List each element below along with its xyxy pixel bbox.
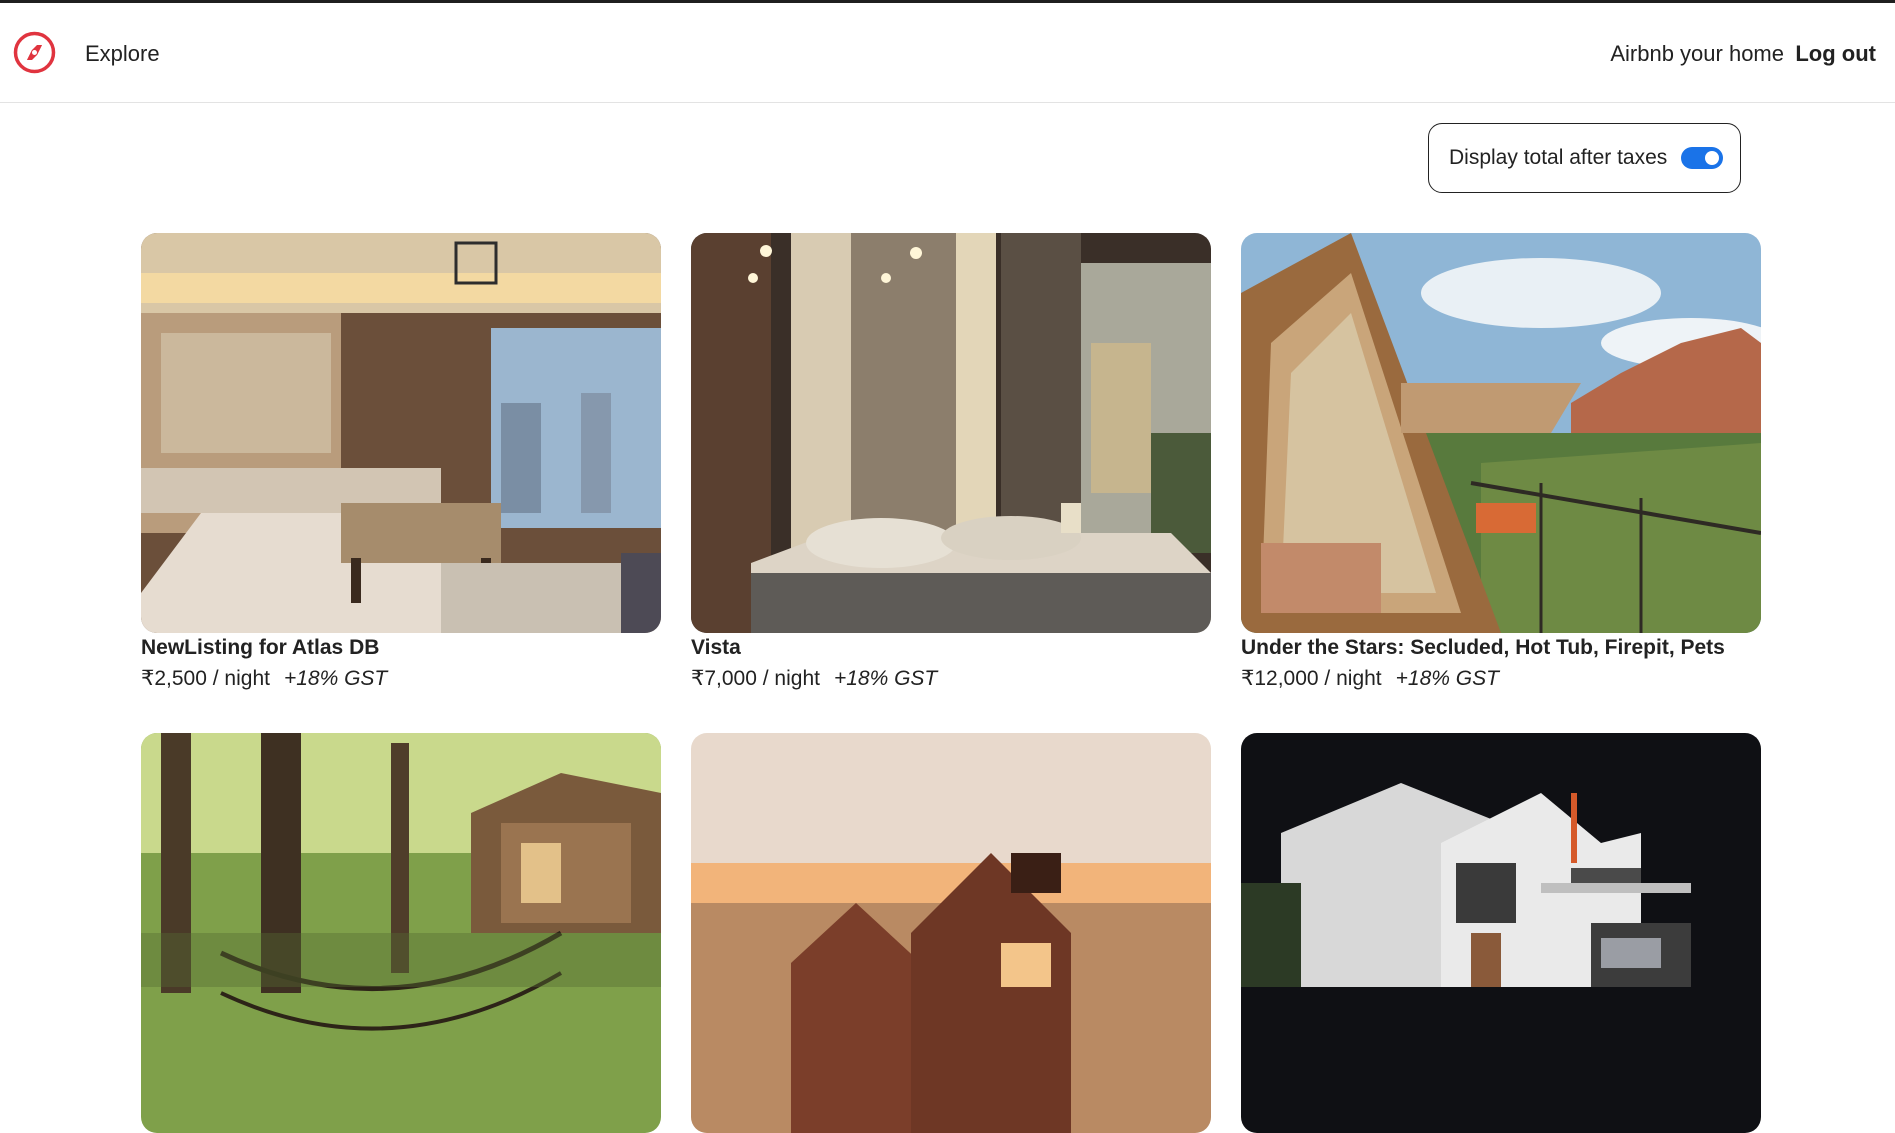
listing-tax-note: +18% GST	[833, 667, 938, 690]
listing-photo[interactable]	[1241, 733, 1761, 1133]
tax-toggle-label: Display total after taxes	[1449, 146, 1668, 169]
listing-title: NewListing for Atlas DB	[141, 636, 380, 659]
listing-title: Vista	[691, 636, 741, 659]
toggle-switch[interactable]	[1681, 147, 1724, 169]
listing-photo[interactable]	[141, 233, 661, 633]
listing-price-value: ₹12,000 / night	[1241, 667, 1382, 690]
logout-link[interactable]: Log out	[1795, 41, 1876, 67]
listing-photo[interactable]	[141, 733, 661, 1133]
listing-photo[interactable]	[691, 733, 1211, 1133]
navbar: Explore Airbnb your home Log out	[0, 3, 1895, 103]
listing-price: ₹12,000 / night +18% GST	[1241, 666, 1499, 691]
explore-link[interactable]: Explore	[85, 41, 160, 67]
listing-price-value: ₹7,000 / night	[691, 667, 820, 690]
listing-photo[interactable]	[1241, 233, 1761, 633]
listing-price: ₹7,000 / night +18% GST	[691, 666, 937, 691]
listing-title: Under the Stars: Secluded, Hot Tub, Fire…	[1241, 636, 1725, 659]
toggle-knob	[1705, 151, 1720, 165]
airbnb-your-home-link[interactable]: Airbnb your home	[1610, 41, 1784, 67]
listing-tax-note: +18% GST	[283, 667, 388, 690]
listing-photo[interactable]	[691, 233, 1211, 633]
listing-price: ₹2,500 / night +18% GST	[141, 666, 387, 691]
listing-price-value: ₹2,500 / night	[141, 667, 270, 690]
compass-icon[interactable]	[12, 30, 57, 75]
listing-tax-note: +18% GST	[1395, 667, 1499, 690]
tax-toggle[interactable]: Display total after taxes	[1428, 123, 1741, 193]
